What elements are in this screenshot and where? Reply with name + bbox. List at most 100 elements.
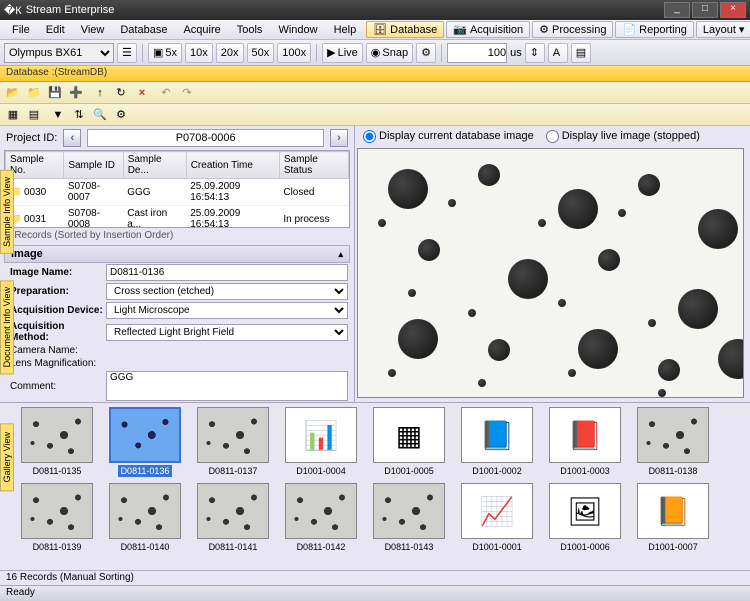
sidetab-document-info[interactable]: Document Info View [0, 280, 14, 374]
search-icon[interactable]: 🔍 [91, 106, 109, 124]
refresh-icon[interactable]: ↻ [112, 84, 130, 102]
play-icon: ▶ [327, 45, 335, 61]
snap-button[interactable]: ◉Snap [366, 43, 413, 63]
redo-icon[interactable]: ↷ [178, 84, 196, 102]
gallery-item[interactable]: D0811-0141 [194, 483, 272, 553]
undo-icon[interactable]: ↶ [157, 84, 175, 102]
menu-edit[interactable]: Edit [38, 22, 73, 38]
folder-open-icon[interactable]: 📂 [4, 84, 22, 102]
menu-view[interactable]: View [73, 22, 113, 38]
gallery-caption: D0811-0142 [294, 541, 349, 553]
collapse-icon: ▴ [338, 249, 343, 260]
sample-table[interactable]: Sample No. Sample ID Sample De... Creati… [4, 150, 350, 228]
comment-label: Comment: [6, 381, 106, 392]
minimize-button[interactable]: _ [664, 2, 690, 18]
image-viewer[interactable] [357, 148, 744, 398]
gallery-item[interactable]: D0811-0139 [18, 483, 96, 553]
gallery-item[interactable]: D0811-0140 [106, 483, 184, 553]
new-folder-icon[interactable]: 📁 [25, 84, 43, 102]
image-name-label: Image Name: [6, 267, 106, 278]
gallery-item[interactable]: D0811-0138 [634, 407, 712, 477]
sidetab-gallery[interactable]: Gallery View [0, 423, 14, 491]
col-creation-time[interactable]: Creation Time [186, 152, 279, 179]
col-sample-id[interactable]: Sample ID [64, 152, 123, 179]
auto-exposure-button[interactable]: A [548, 43, 568, 63]
project-prev-button[interactable]: ‹ [63, 129, 81, 147]
database-header: Database :(StreamDB) [0, 66, 750, 82]
col-sample-no[interactable]: Sample No. [6, 152, 64, 179]
gallery-status: 16 Records (Manual Sorting) [0, 570, 750, 585]
table-row[interactable]: 0030S0708-0007GGG25.09.2009 16:54:13Clos… [6, 179, 349, 206]
exposure-step-button[interactable]: ⇕ [525, 43, 545, 63]
menu-tools[interactable]: Tools [229, 22, 271, 38]
menu-acquire[interactable]: Acquire [175, 22, 228, 38]
gallery-item[interactable]: ▦D1001-0005 [370, 407, 448, 477]
tab-processing[interactable]: ⚙Processing [532, 21, 613, 38]
image-name-input[interactable] [106, 264, 348, 281]
display-live-radio[interactable]: Display live image (stopped) [546, 130, 700, 143]
preparation-label: Preparation: [6, 286, 106, 297]
gallery-item[interactable]: D0811-0136 [106, 407, 184, 477]
mag-5x-button[interactable]: ▣5x [148, 43, 182, 63]
section-image-header[interactable]: Image▴ [4, 245, 350, 263]
gallery-caption: D1001-0004 [293, 465, 349, 477]
arrow-up-icon[interactable]: ↑ [91, 84, 109, 102]
display-current-radio[interactable]: Display current database image [363, 130, 534, 143]
acq-device-select[interactable]: Light Microscope [106, 302, 348, 319]
acq-method-select[interactable]: Reflected Light Bright Field [106, 324, 348, 341]
insert-icon[interactable]: ➕ [67, 84, 85, 102]
mag-50x-button[interactable]: 50x [247, 43, 275, 63]
settings-button[interactable]: ⚙ [416, 43, 436, 63]
gallery-caption: D0811-0136 [118, 465, 173, 477]
mag-10x-button[interactable]: 10x [185, 43, 213, 63]
menu-help[interactable]: Help [326, 22, 365, 38]
view-list-icon[interactable]: ▦ [4, 106, 22, 124]
project-next-button[interactable]: › [330, 129, 348, 147]
gallery-item[interactable]: D0811-0143 [370, 483, 448, 553]
histogram-button[interactable]: ▤ [571, 43, 591, 63]
gallery-item[interactable]: D0811-0137 [194, 407, 272, 477]
tab-layout[interactable]: Layout ▾ [696, 21, 750, 38]
sidetab-sample-info[interactable]: Sample Info View [0, 170, 14, 254]
view-detail-icon[interactable]: ▤ [25, 106, 43, 124]
col-sample-status[interactable]: Sample Status [279, 152, 348, 179]
gallery-item[interactable]: 📘D1001-0002 [458, 407, 536, 477]
mag-20x-button[interactable]: 20x [216, 43, 244, 63]
gallery-caption: D0811-0137 [206, 465, 261, 477]
preparation-select[interactable]: Cross section (etched) [106, 283, 348, 300]
tab-reporting[interactable]: 📄Reporting [615, 21, 693, 38]
gallery-item[interactable]: D0811-0142 [282, 483, 360, 553]
live-button[interactable]: ▶Live [322, 43, 363, 63]
gallery-item[interactable]: D0811-0135 [18, 407, 96, 477]
menu-window[interactable]: Window [270, 22, 325, 38]
doc-icon: 📘 [480, 419, 515, 452]
gallery-item[interactable]: 📙D1001-0007 [634, 483, 712, 553]
table-row[interactable]: 0031S0708-0008Cast iron a...25.09.2009 1… [6, 206, 349, 229]
xls-icon: 📊 [304, 419, 339, 452]
exposure-input[interactable] [447, 43, 507, 63]
project-id-input[interactable] [87, 129, 324, 147]
gallery-item[interactable]: 🖼D1001-0006 [546, 483, 624, 553]
window-titlebar: �К Stream Enterprise _ □ × [0, 0, 750, 20]
save-icon[interactable]: 💾 [46, 84, 64, 102]
gallery-item[interactable]: 📊 D1001-0004 [282, 407, 360, 477]
mag-100x-button[interactable]: 100x [277, 43, 311, 63]
sort-icon[interactable]: ⇅ [70, 106, 88, 124]
filter-icon[interactable]: ▼ [49, 106, 67, 124]
gallery-item[interactable]: 📕D1001-0003 [546, 407, 624, 477]
comment-input[interactable]: GGG [106, 371, 348, 401]
delete-icon[interactable]: × [133, 84, 151, 102]
close-button[interactable]: × [720, 2, 746, 18]
options-icon[interactable]: ⚙ [112, 106, 130, 124]
camera-icon: 📷 [453, 23, 467, 36]
device-settings-button[interactable]: ☰ [117, 43, 137, 63]
menu-database[interactable]: Database [112, 22, 175, 38]
gallery-item[interactable]: 📈D1001-0001 [458, 483, 536, 553]
database-icon: 🗄 [373, 23, 387, 36]
tab-acquisition[interactable]: 📷Acquisition [446, 21, 530, 38]
menu-file[interactable]: File [4, 22, 38, 38]
maximize-button[interactable]: □ [692, 2, 718, 18]
col-sample-desc[interactable]: Sample De... [123, 152, 186, 179]
device-select[interactable]: Olympus BX61 [4, 43, 114, 63]
tab-database[interactable]: 🗄Database [366, 21, 444, 38]
